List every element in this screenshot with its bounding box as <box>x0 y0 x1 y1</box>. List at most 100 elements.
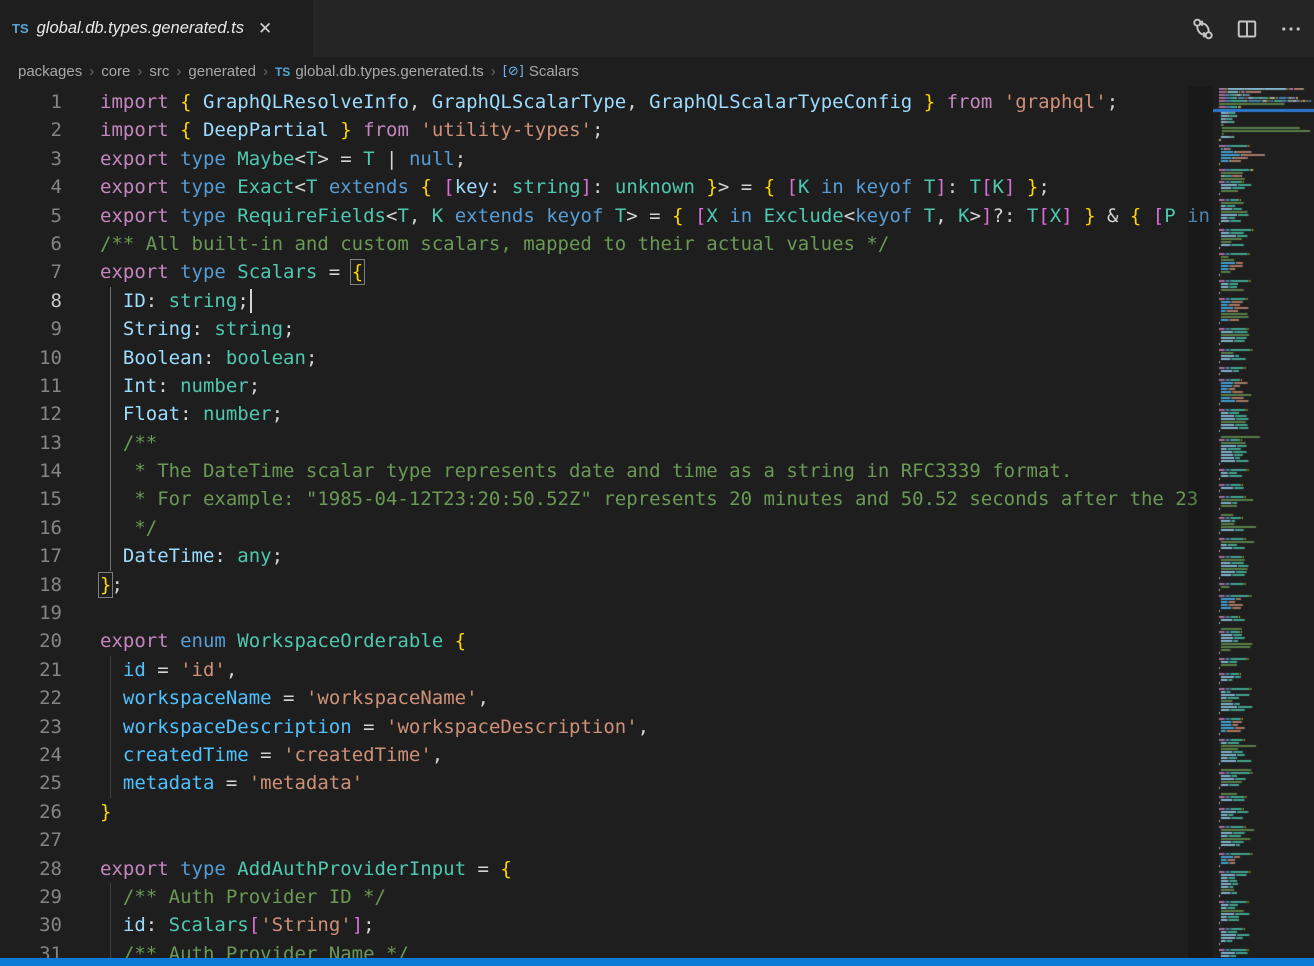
code-line-row[interactable]: 18}; <box>0 571 1213 599</box>
code-line-row[interactable]: 21 id = 'id', <box>0 656 1213 684</box>
code-line[interactable]: export type Maybe<T> = T | null; <box>100 145 466 173</box>
minimap[interactable] <box>1213 88 1314 958</box>
code-line-row[interactable]: 24 createdTime = 'createdTime', <box>0 741 1213 769</box>
code-line[interactable]: workspaceName = 'workspaceName', <box>100 684 489 712</box>
code-line-row[interactable]: 14 * The DateTime scalar type represents… <box>0 457 1213 485</box>
code-line-row[interactable]: 6 /** All built-in and custom scalars, ma… <box>0 230 1213 258</box>
line-number: 11 <box>0 372 62 400</box>
code-line-row[interactable]: 13 /** <box>0 429 1213 457</box>
line-number: 25 <box>0 769 62 797</box>
code-editor[interactable]: 1import { GraphQLResolveInfo, GraphQLSca… <box>0 86 1314 958</box>
code-line-row[interactable]: 17 DateTime: any; <box>0 542 1213 570</box>
code-line[interactable]: DateTime: any; <box>100 542 283 570</box>
breadcrumb-core[interactable]: core <box>101 63 130 80</box>
code-line-row[interactable]: 1import { GraphQLResolveInfo, GraphQLSca… <box>0 88 1213 116</box>
code-line-row[interactable]: 15 * For example: "1985-04-12T23:20:50.5… <box>0 485 1213 513</box>
code-line-row[interactable]: 9 String: string; <box>0 315 1213 343</box>
code-line-row[interactable]: 7 export type Scalars = { <box>0 258 1213 286</box>
code-line-row[interactable]: 2 import { DeepPartial } from 'utility-ty… <box>0 116 1213 144</box>
code-line[interactable]: createdTime = 'createdTime', <box>100 741 443 769</box>
code-line[interactable]: id = 'id', <box>100 656 237 684</box>
line-number: 8 <box>0 287 62 315</box>
code-line[interactable]: id: Scalars['String']; <box>100 911 375 939</box>
breadcrumb-src[interactable]: src <box>149 63 169 80</box>
code-line[interactable]: */ <box>100 514 157 542</box>
open-changes-icon[interactable] <box>1188 14 1218 44</box>
code-line-row[interactable]: 16 */ <box>0 514 1213 542</box>
code-line-row[interactable]: 23 workspaceDescription = 'workspaceDesc… <box>0 713 1213 741</box>
line-number: 24 <box>0 741 62 769</box>
code-line[interactable]: /** Auth Provider ID */ <box>100 883 386 911</box>
indent-guide <box>110 287 111 571</box>
line-number: 7 <box>0 258 62 286</box>
code-line[interactable]: export type RequireFields<T, K extends k… <box>100 202 1210 230</box>
code-line-row[interactable]: 4export type Exact<T extends { [key: str… <box>0 173 1213 201</box>
code-line-row[interactable]: 26} <box>0 798 1213 826</box>
code-line-row[interactable]: 25 metadata = 'metadata' <box>0 769 1213 797</box>
code-line-row[interactable]: 3export type Maybe<T> = T | null; <box>0 145 1213 173</box>
code-line-row[interactable]: 8 ID: string; <box>0 287 1213 315</box>
code-line[interactable]: /** All built-in and custom scalars, map… <box>100 230 889 258</box>
code-line[interactable]: metadata = 'metadata' <box>100 769 363 797</box>
code-line-row[interactable]: 12 Float: number; <box>0 400 1213 428</box>
line-number: 15 <box>0 485 62 513</box>
code-line-row[interactable]: 31 /** Auth Provider Name */ <box>0 940 1213 958</box>
code-line[interactable]: ID: string; <box>100 287 252 315</box>
code-line-row[interactable]: 27 <box>0 826 1213 854</box>
breadcrumb-packages[interactable]: packages <box>18 63 82 80</box>
line-number: 20 <box>0 627 62 655</box>
breadcrumb-filename[interactable]: global.db.types.generated.ts <box>295 63 483 80</box>
breadcrumb-symbol-scalars[interactable]: Scalars <box>529 63 579 80</box>
more-actions-icon[interactable] <box>1276 14 1306 44</box>
line-number: 22 <box>0 684 62 712</box>
code-line[interactable]: }; <box>100 571 123 599</box>
code-line[interactable]: Int: number; <box>100 372 260 400</box>
line-number: 13 <box>0 429 62 457</box>
code-line[interactable]: export type Exact<T extends { [key: stri… <box>100 173 1050 201</box>
code-line[interactable]: export enum WorkspaceOrderable { <box>100 627 466 655</box>
code-line[interactable]: * The DateTime scalar type represents da… <box>100 457 1072 485</box>
typescript-file-icon: TS <box>12 21 29 36</box>
code-line[interactable]: /** <box>100 429 157 457</box>
breadcrumb: packages › core › src › generated › TS g… <box>0 57 1314 86</box>
tab-global-db-types[interactable]: TS global.db.types.generated.ts ✕ <box>0 0 313 57</box>
code-line-row[interactable]: 28 export type AddAuthProviderInput = { <box>0 855 1213 883</box>
line-number: 28 <box>0 855 62 883</box>
editor-actions <box>1188 0 1306 57</box>
close-tab-icon[interactable]: ✕ <box>256 18 274 39</box>
breadcrumb-separator: › <box>263 63 268 80</box>
code-line[interactable]: Boolean: boolean; <box>100 344 317 372</box>
code-line[interactable]: export type AddAuthProviderInput = { <box>100 855 512 883</box>
line-number: 6 <box>0 230 62 258</box>
code-line-row[interactable]: 29 /** Auth Provider ID */ <box>0 883 1213 911</box>
code-line-row[interactable]: 22 workspaceName = 'workspaceName', <box>0 684 1213 712</box>
code-line[interactable]: Float: number; <box>100 400 283 428</box>
breadcrumb-generated[interactable]: generated <box>188 63 256 80</box>
breadcrumb-separator: › <box>176 63 181 80</box>
vertical-scrollbar[interactable] <box>1188 86 1213 958</box>
split-editor-icon[interactable] <box>1232 14 1262 44</box>
code-line[interactable]: /** Auth Provider Name */ <box>100 940 409 958</box>
breadcrumb-separator: › <box>89 63 94 80</box>
tab-title: global.db.types.generated.ts <box>37 19 244 38</box>
code-line[interactable]: * For example: "1985-04-12T23:20:50.52Z"… <box>100 485 1198 513</box>
code-line-row[interactable]: 20 export enum WorkspaceOrderable { <box>0 627 1213 655</box>
line-number: 14 <box>0 457 62 485</box>
code-line-row[interactable]: 11 Int: number; <box>0 372 1213 400</box>
code-line[interactable]: import { DeepPartial } from 'utility-typ… <box>100 116 603 144</box>
line-number: 19 <box>0 599 62 627</box>
code-line[interactable]: String: string; <box>100 315 295 343</box>
code-line[interactable]: export type Scalars = { <box>100 258 363 286</box>
code-line[interactable]: import { GraphQLResolveInfo, GraphQLScal… <box>100 88 1118 116</box>
line-number: 9 <box>0 315 62 343</box>
code-line-row[interactable]: 19 <box>0 599 1213 627</box>
code-line-row[interactable]: 30 id: Scalars['String']; <box>0 911 1213 939</box>
code-line-row[interactable]: 5export type RequireFields<T, K extends … <box>0 202 1213 230</box>
code-lines[interactable]: 1import { GraphQLResolveInfo, GraphQLSca… <box>0 88 1213 958</box>
line-number: 2 <box>0 116 62 144</box>
code-line[interactable]: workspaceDescription = 'workspaceDescrip… <box>100 713 649 741</box>
code-line-row[interactable]: 10 Boolean: boolean; <box>0 344 1213 372</box>
code-line[interactable]: } <box>100 798 111 826</box>
line-number: 31 <box>0 940 62 958</box>
indent-guide <box>110 656 111 798</box>
